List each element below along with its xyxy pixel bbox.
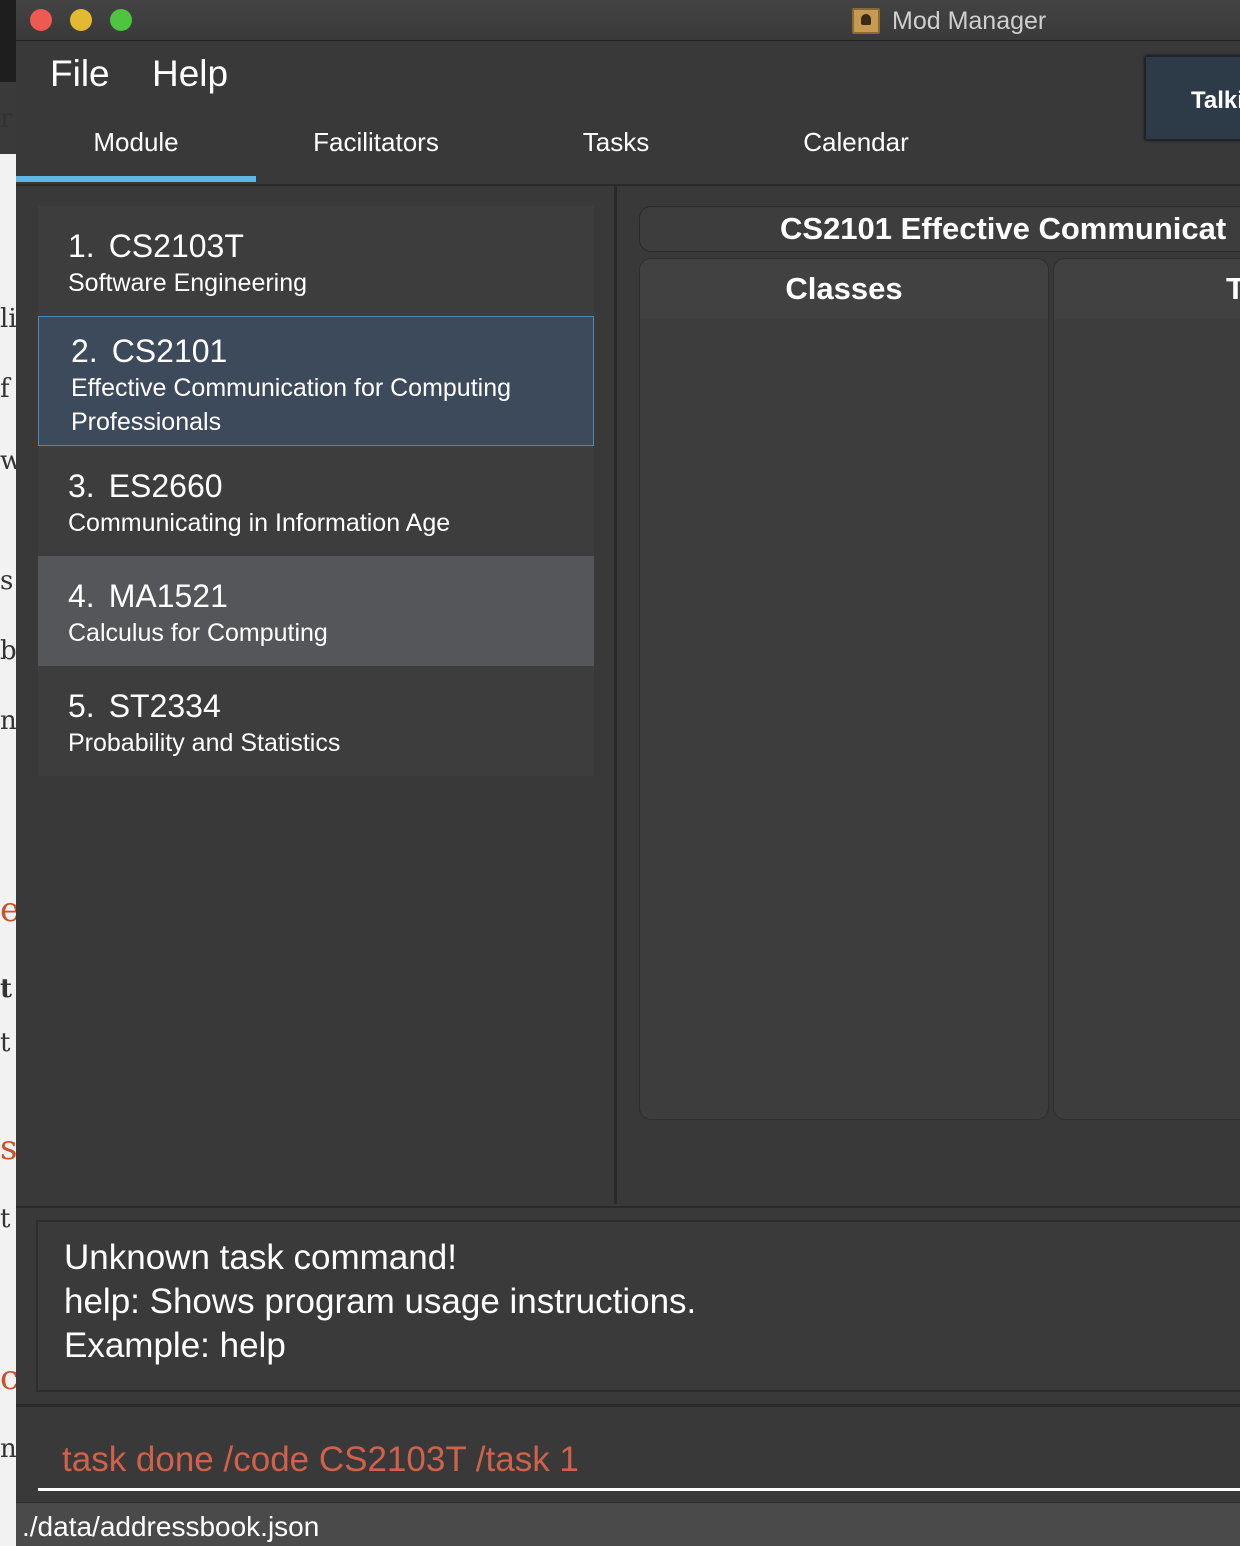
maximize-window-button[interactable]	[110, 9, 132, 31]
tab-bar: Module Facilitators Tasks Calendar	[16, 112, 1240, 186]
result-line: help: Shows program usage instructions.	[64, 1282, 697, 1321]
result-display-area: Unknown task command! help: Shows progra…	[16, 1206, 1240, 1404]
address-book-icon	[852, 8, 880, 34]
result-line: Unknown task command!	[64, 1238, 457, 1277]
module-card-cs2101[interactable]: 2. CS2101 Effective Communication for Com…	[38, 316, 594, 446]
module-name: Calculus for Computing	[68, 619, 328, 647]
close-window-button[interactable]	[30, 9, 52, 31]
module-index: 5.	[68, 688, 95, 724]
module-index: 1.	[68, 228, 95, 264]
tab-module[interactable]: Module	[16, 112, 256, 182]
popup-button-label: Talki	[1191, 87, 1240, 114]
title-bar: Mod Manager	[16, 0, 1240, 41]
classes-header: Classes	[640, 259, 1048, 319]
module-list: 1. CS2103T Software Engineering 2. CS2101 …	[38, 206, 594, 776]
background-window-edge: r li f w s be nc e t t s t c n	[0, 0, 16, 1546]
menu-bar: File Help	[16, 41, 1240, 111]
menu-file[interactable]: File	[50, 53, 110, 95]
app-window: Mod Manager File Help Talki Module Facil…	[16, 0, 1240, 1546]
module-index: 3.	[68, 468, 95, 504]
tasks-header: T	[1054, 259, 1240, 319]
module-card-cs2103t[interactable]: 1. CS2103T Software Engineering	[38, 206, 594, 316]
module-name: Communicating in Information Age	[68, 509, 451, 537]
classes-panel: Classes	[639, 258, 1049, 1120]
result-display: Unknown task command! help: Shows progra…	[36, 1220, 1240, 1392]
module-code: MA1521	[108, 578, 228, 614]
window-title-text: Mod Manager	[892, 6, 1047, 35]
module-name: Software Engineering	[68, 269, 308, 297]
module-card-es2660[interactable]: 3. ES2660 Communicating in Information Ag…	[38, 446, 594, 556]
status-bar: ./data/addressbook.json	[16, 1502, 1240, 1546]
module-code: ES2660	[108, 468, 223, 504]
module-code: ST2334	[108, 688, 221, 724]
module-detail-title: CS2101 Effective Communicat	[639, 206, 1240, 252]
command-input[interactable]	[38, 1431, 1240, 1491]
module-code: CS2103T	[108, 228, 244, 264]
data-file-path: ./data/addressbook.json	[22, 1511, 320, 1542]
module-card-st2334[interactable]: 5. ST2334 Probability and Statistics	[38, 666, 594, 776]
module-list-pane: 1. CS2103T Software Engineering 2. CS2101 …	[16, 186, 617, 1204]
tab-calendar[interactable]: Calendar	[736, 112, 976, 182]
module-name: Effective Communication for Computing Pr…	[71, 374, 512, 436]
menu-help[interactable]: Help	[152, 53, 228, 95]
module-index: 4.	[68, 578, 95, 614]
command-box	[16, 1404, 1240, 1503]
module-code: CS2101	[111, 333, 228, 369]
module-name: Probability and Statistics	[68, 729, 341, 757]
minimize-window-button[interactable]	[70, 9, 92, 31]
window-title: Mod Manager	[852, 6, 1046, 36]
module-index: 2.	[71, 333, 98, 369]
module-card-ma1521[interactable]: 4. MA1521 Calculus for Computing	[38, 556, 594, 666]
result-line: Example: help	[64, 1326, 286, 1365]
tab-facilitators[interactable]: Facilitators	[256, 112, 496, 182]
tab-tasks[interactable]: Tasks	[496, 112, 736, 182]
tasks-panel: T	[1053, 258, 1240, 1120]
module-detail-pane: CS2101 Effective Communicat Classes T	[617, 186, 1240, 1204]
